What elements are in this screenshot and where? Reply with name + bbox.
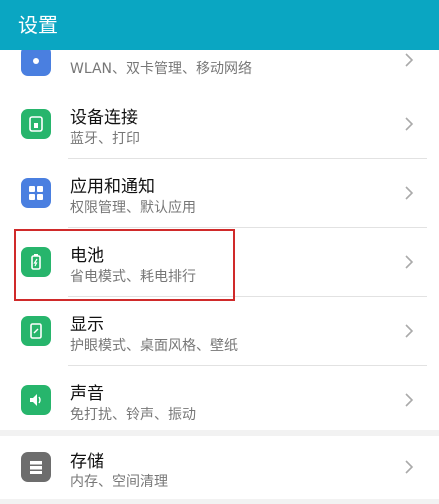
chevron-right-icon (405, 460, 414, 474)
chevron-right-icon (405, 255, 414, 269)
display-icon (21, 316, 51, 346)
item-subtitle: 内存、空间清理 (70, 474, 168, 490)
chevron-right-icon (405, 53, 414, 67)
item-title: 存储 (70, 452, 104, 472)
network-subtitle: WLAN、双卡管理、移动网络 (70, 61, 253, 77)
item-title: 设备连接 (70, 108, 138, 128)
settings-item-apps[interactable]: 应用和通知 权限管理、默认应用 (0, 159, 439, 227)
item-subtitle: 免打扰、铃声、振动 (70, 407, 196, 423)
page-title: 设置 (0, 0, 439, 50)
network-icon (21, 46, 51, 76)
chevron-right-icon (405, 186, 414, 200)
sound-icon (21, 385, 51, 415)
chevron-right-icon (405, 393, 414, 407)
chevron-right-icon (405, 324, 414, 338)
item-title: 声音 (70, 384, 104, 404)
settings-item-network[interactable]: WLAN、双卡管理、移动网络 (0, 46, 439, 90)
settings-item-sound[interactable]: 声音 免打扰、铃声、振动 (0, 366, 439, 434)
apps-icon (21, 178, 51, 208)
item-subtitle: 蓝牙、打印 (70, 131, 140, 147)
chevron-right-icon (405, 117, 414, 131)
item-title: 应用和通知 (70, 177, 155, 197)
highlight-box (14, 229, 235, 301)
storage-card: 存储 内存、空间清理 (0, 436, 439, 499)
item-subtitle: 护眼模式、桌面风格、壁纸 (70, 338, 238, 354)
device-connect-icon (21, 109, 51, 139)
settings-item-storage[interactable]: 存储 内存、空间清理 (0, 436, 439, 504)
item-subtitle: 权限管理、默认应用 (70, 200, 196, 216)
item-title: 显示 (70, 315, 104, 335)
settings-item-display[interactable]: 显示 护眼模式、桌面风格、壁纸 (0, 297, 439, 365)
settings-item-device-connection[interactable]: 设备连接 蓝牙、打印 (0, 90, 439, 158)
storage-icon (21, 452, 51, 482)
